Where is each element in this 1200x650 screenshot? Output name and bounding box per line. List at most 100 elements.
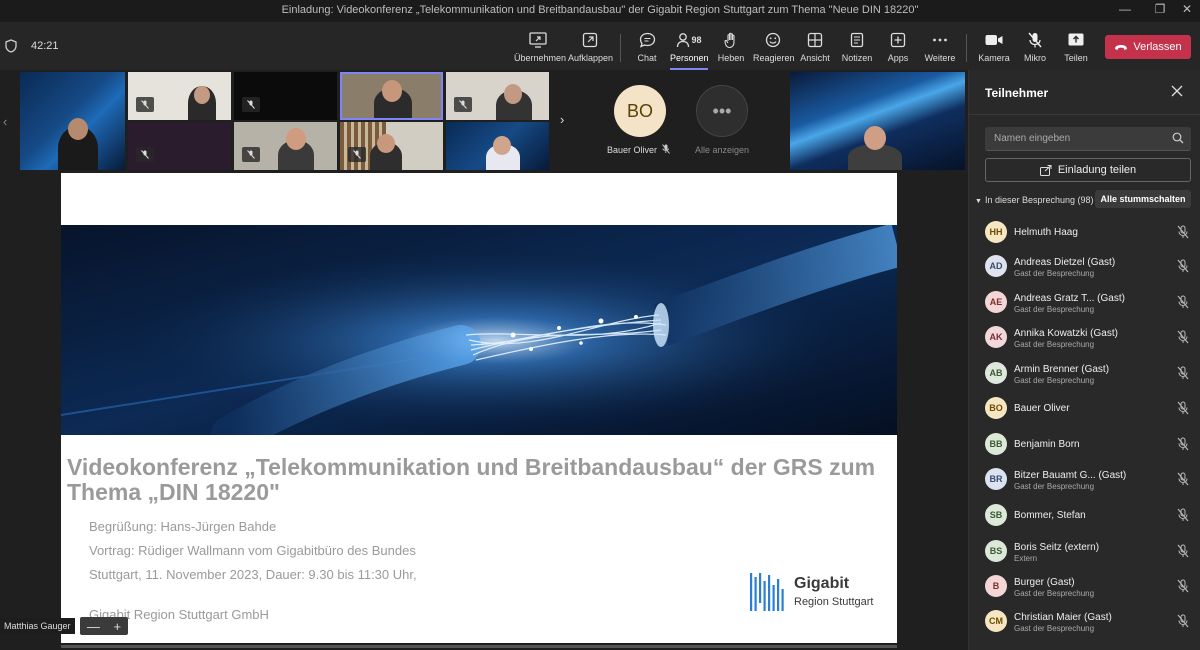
toolbar-button-kamera[interactable]: Kamera: [977, 30, 1011, 63]
minimize-button[interactable]: —: [1110, 2, 1140, 16]
mic-off-icon[interactable]: [1177, 259, 1189, 273]
toolbar-label: Übernehmen: [514, 53, 567, 63]
toolbar-button-reagieren[interactable]: Reagieren: [753, 30, 795, 63]
toolbar-button-weitere[interactable]: Weitere: [922, 30, 958, 63]
leave-label: Verlassen: [1133, 41, 1182, 53]
section-header[interactable]: ▼ In dieser Besprechung (98): [975, 195, 1094, 205]
tile-mic-off-icon: [454, 97, 472, 112]
participant-row[interactable]: AD Andreas Dietzel (Gast) Gast der Besprec…: [969, 250, 1200, 284]
toolbar-button-personen[interactable]: 98 Personen: [670, 30, 709, 70]
participant-row[interactable]: SB Bommer, Stefan: [969, 499, 1200, 533]
avatar: AE: [985, 291, 1007, 313]
participant-face: [194, 86, 210, 104]
toolbar-button-notizen[interactable]: Notizen: [839, 30, 875, 63]
video-tile[interactable]: [446, 72, 549, 120]
toolbar-label: Apps: [887, 53, 909, 63]
mic-off-icon[interactable]: [1177, 472, 1189, 486]
gallery-prev-arrow[interactable]: ‹: [3, 114, 7, 129]
presenter-video-tile[interactable]: [790, 72, 965, 170]
show-all-button[interactable]: •••: [696, 85, 748, 137]
mic-off-icon: [662, 144, 670, 154]
divider: [969, 114, 1200, 115]
participant-row[interactable]: BB Benjamin Born: [969, 428, 1200, 462]
avatar: BR: [985, 468, 1007, 490]
video-tile[interactable]: [128, 122, 231, 170]
participant-row[interactable]: AE Andreas Gratz T... (Gast) Gast der Besp…: [969, 286, 1200, 320]
participants-panel: Teilnehmer Einladung teilen ▼In dieser B…: [968, 70, 1200, 650]
chat-icon: [639, 32, 655, 48]
zoom-out-button[interactable]: —: [87, 619, 100, 634]
video-tile[interactable]: [234, 122, 337, 170]
share-invite-button[interactable]: Einladung teilen: [985, 158, 1191, 182]
video-tile[interactable]: [20, 72, 125, 170]
gallery-next-arrow[interactable]: ›: [560, 112, 564, 127]
video-tile-active-speaker[interactable]: [340, 72, 443, 120]
video-tile[interactable]: [340, 122, 443, 170]
toolbar-button-heben[interactable]: Heben: [715, 30, 747, 63]
participant-name: Boris Seitz (extern): [1014, 542, 1100, 553]
avatar: AK: [985, 326, 1007, 348]
toolbar-separator: [966, 34, 967, 62]
mic-off-icon[interactable]: [1177, 330, 1189, 344]
pop-out-icon: [582, 32, 598, 48]
participant-row[interactable]: AB Armin Brenner (Gast) Gast der Besprechu…: [969, 357, 1200, 391]
participant-row[interactable]: BR Bitzer Bauamt G... (Gast) Gast der Besp…: [969, 463, 1200, 497]
horizontal-scrollbar[interactable]: [61, 645, 897, 648]
toolbar-button-mikro[interactable]: Mikro: [1020, 30, 1050, 63]
mic-off-icon[interactable]: [1177, 225, 1189, 239]
avatar[interactable]: BO: [614, 85, 666, 137]
maximize-button[interactable]: ❐: [1145, 2, 1175, 16]
mic-off-icon: [1028, 32, 1042, 47]
tile-mic-off-icon: [136, 147, 154, 162]
participant-role: Gast der Besprechung: [1014, 269, 1095, 278]
participant-face: [382, 80, 402, 102]
leave-button[interactable]: Verlassen: [1105, 35, 1191, 59]
avatar: B: [985, 575, 1007, 597]
toolbar-button-teilen[interactable]: Teilen: [1061, 30, 1091, 63]
search-icon: [1172, 132, 1184, 144]
apps-icon: [890, 32, 906, 48]
video-tile[interactable]: [234, 72, 337, 120]
participant-row[interactable]: BS Boris Seitz (extern) Extern: [969, 535, 1200, 569]
video-tile[interactable]: [446, 122, 549, 170]
share-invite-label: Einladung teilen: [1057, 164, 1137, 176]
toolbar-button-uebernehmen[interactable]: Übernehmen: [514, 30, 567, 63]
toolbar-button-apps[interactable]: Apps: [883, 30, 913, 63]
smile-icon: [765, 32, 781, 48]
toolbar-label: Aufklappen: [568, 53, 614, 63]
participant-role: Gast der Besprechung: [1014, 376, 1095, 385]
participant-row[interactable]: B Burger (Gast) Gast der Besprechung: [969, 570, 1200, 604]
tile-mic-off-icon: [242, 97, 260, 112]
zoom-in-button[interactable]: +: [114, 619, 122, 634]
participant-name: Bauer Oliver: [607, 145, 658, 155]
toolbar-label: Teilen: [1064, 53, 1088, 63]
participant-role: Gast der Besprechung: [1014, 340, 1095, 349]
mic-off-icon[interactable]: [1177, 614, 1189, 628]
close-panel-button[interactable]: [1171, 84, 1183, 100]
participant-row[interactable]: CM Christian Maier (Gast) Gast der Besprec…: [969, 605, 1200, 639]
show-all-label: Alle anzeigen: [695, 145, 750, 155]
mic-off-icon[interactable]: [1177, 508, 1189, 522]
participant-name: Andreas Dietzel (Gast): [1014, 257, 1116, 268]
raise-hand-icon: [724, 32, 735, 48]
mic-off-icon[interactable]: [1177, 437, 1189, 451]
meeting-toolbar: 42:21 Übernehmen Aufklappen Chat 98 Pers…: [0, 22, 1200, 70]
participant-search-input[interactable]: [985, 127, 1191, 151]
mic-off-icon[interactable]: [1177, 544, 1189, 558]
close-window-button[interactable]: ✕: [1172, 2, 1200, 16]
participant-row[interactable]: HH Helmuth Haag: [969, 216, 1200, 250]
participant-name: Bommer, Stefan: [1014, 510, 1086, 521]
toolbar-button-ansicht[interactable]: Ansicht: [799, 30, 831, 63]
mic-off-icon[interactable]: [1177, 295, 1189, 309]
participant-row[interactable]: BO Bauer Oliver: [969, 392, 1200, 426]
mic-off-icon[interactable]: [1177, 366, 1189, 380]
participant-row[interactable]: AK Annika Kowatzki (Gast) Gast der Besprec…: [969, 321, 1200, 355]
mute-all-button[interactable]: Alle stummschalten: [1095, 190, 1191, 208]
video-tile[interactable]: [128, 72, 231, 120]
toolbar-label: Ansicht: [800, 53, 830, 63]
mic-off-icon[interactable]: [1177, 579, 1189, 593]
toolbar-button-chat[interactable]: Chat: [630, 30, 664, 63]
toolbar-button-aufklappen[interactable]: Aufklappen: [568, 30, 614, 63]
mic-off-icon[interactable]: [1177, 401, 1189, 415]
hang-up-icon: [1115, 44, 1128, 50]
